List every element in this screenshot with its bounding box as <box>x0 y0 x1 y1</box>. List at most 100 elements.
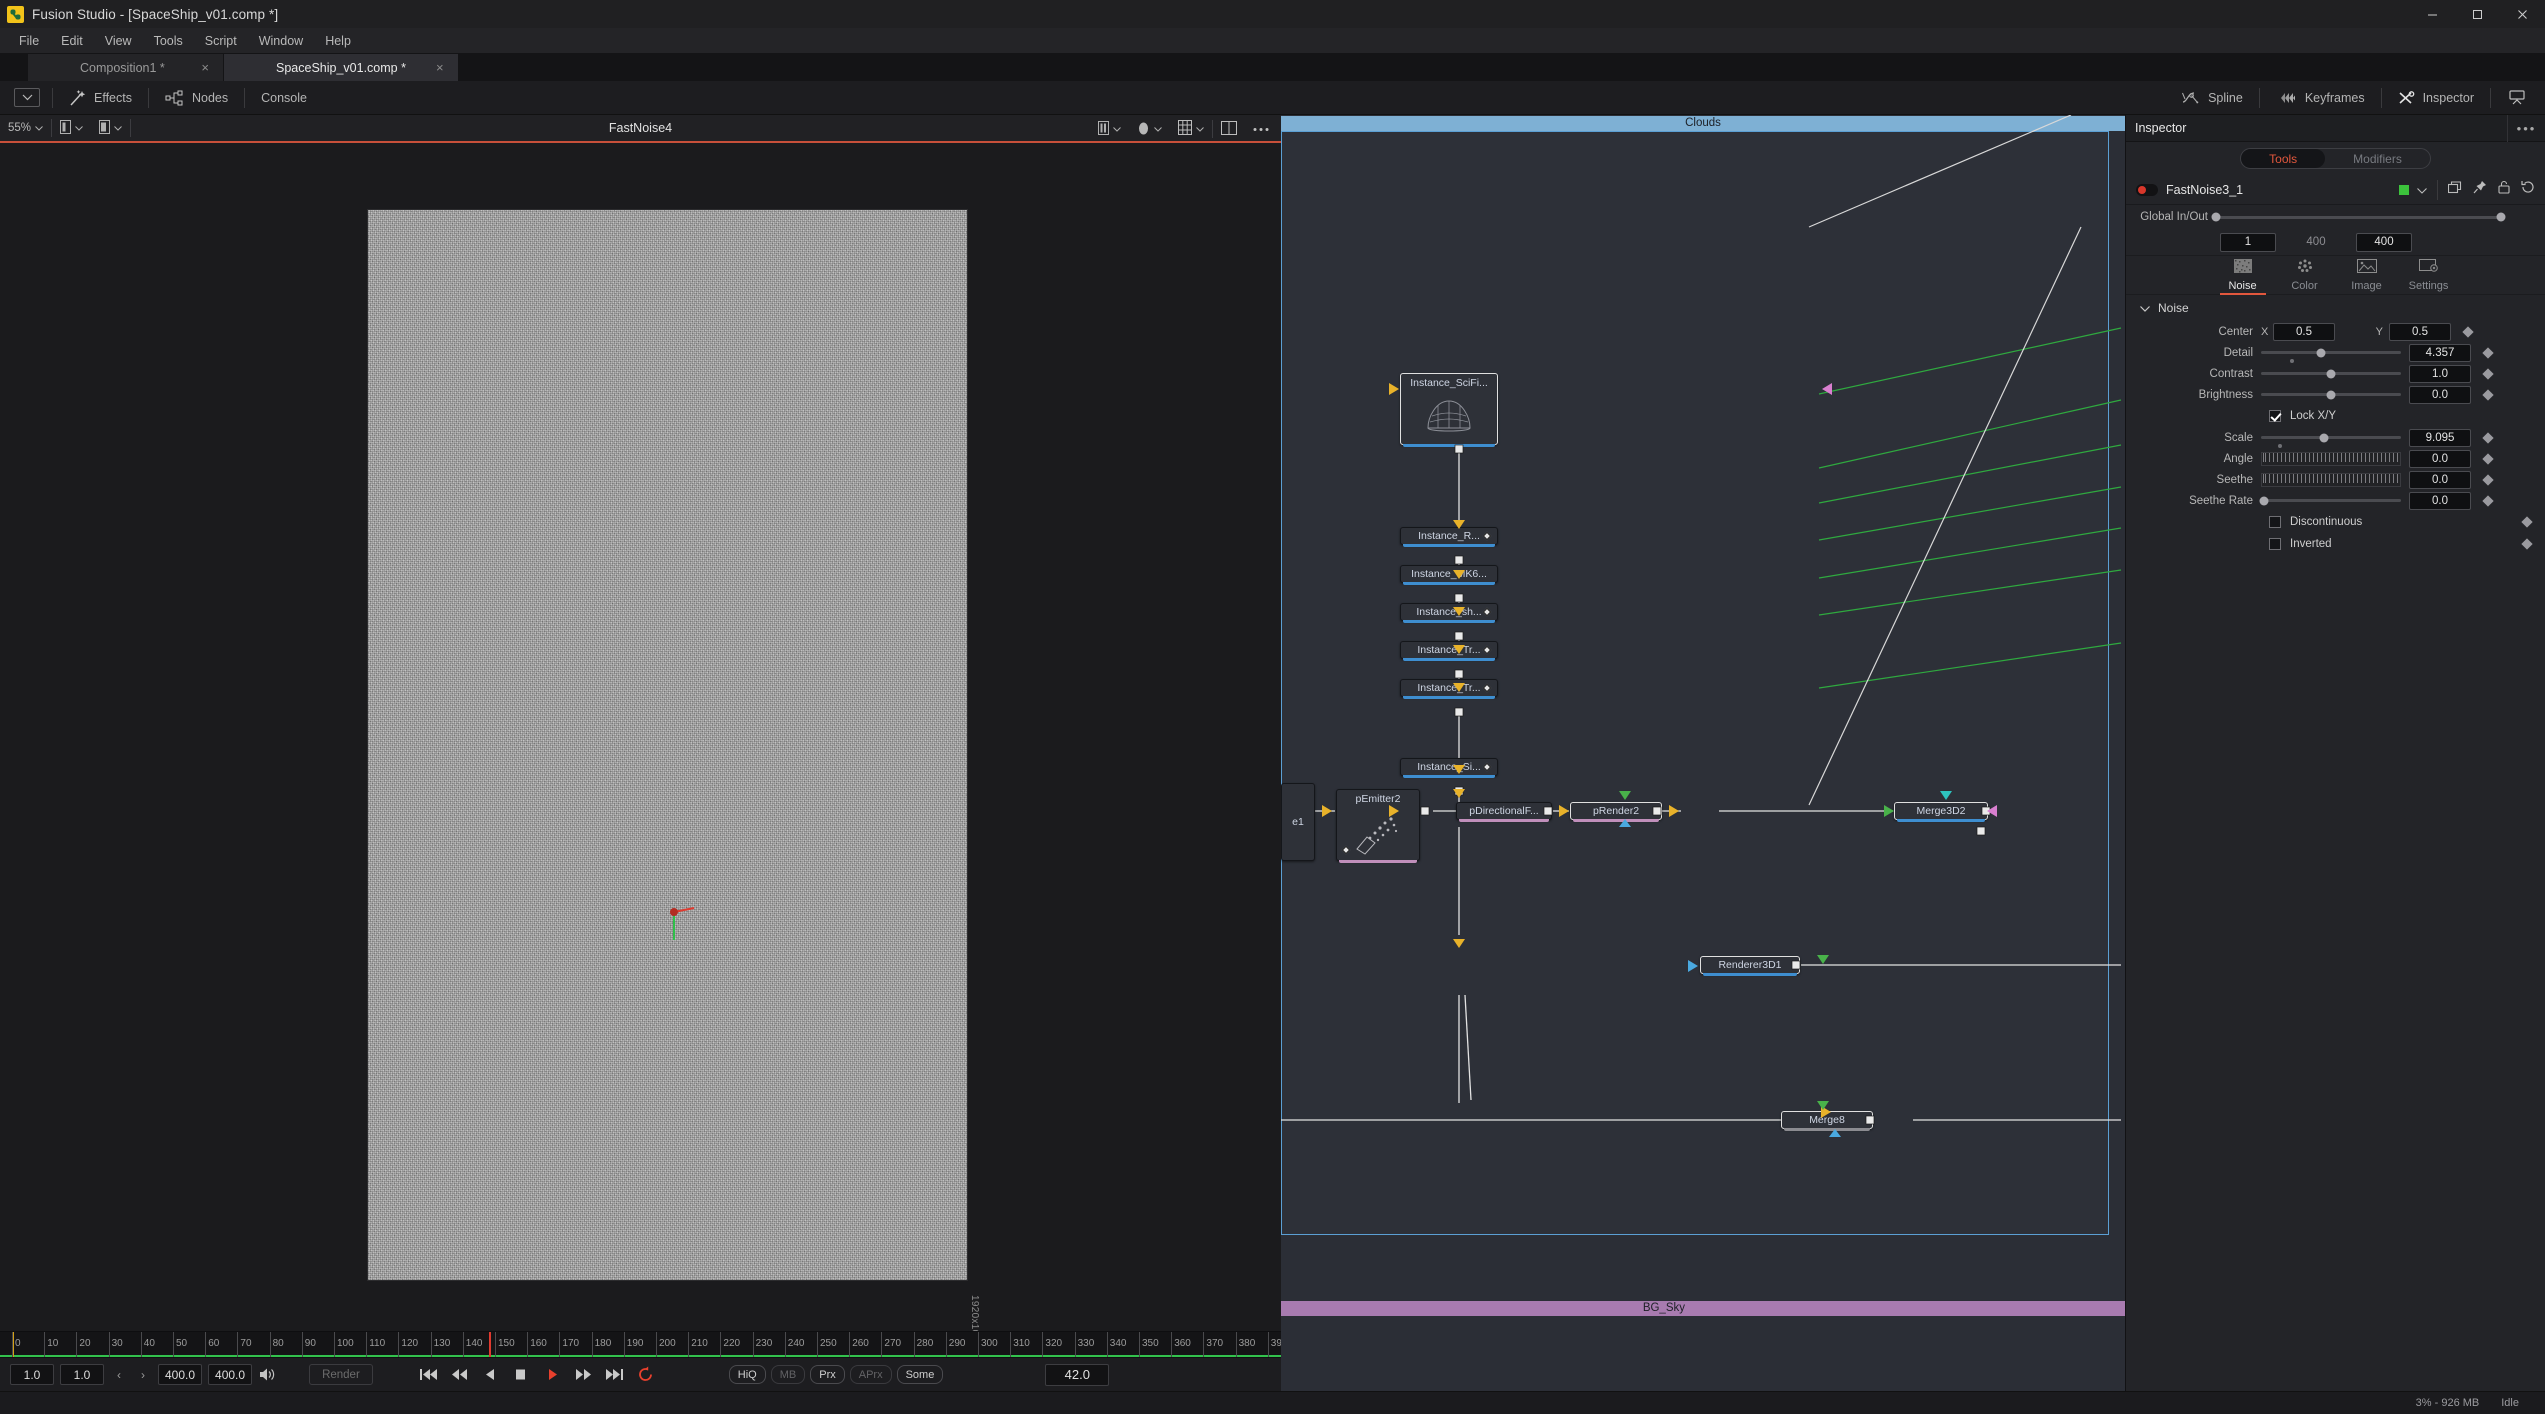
noise-section-header[interactable]: Noise <box>2126 295 2545 321</box>
menu-window[interactable]: Window <box>248 31 314 51</box>
keyframes-button[interactable]: Keyframes <box>2262 84 2379 112</box>
split-view-a-button[interactable] <box>52 114 91 142</box>
chevron-down-icon[interactable] <box>2417 181 2427 199</box>
comp-start-field[interactable]: 1.0 <box>60 1364 104 1385</box>
keyframe-diamond-icon[interactable] <box>2482 367 2494 380</box>
nodes-button[interactable]: Nodes <box>151 84 242 112</box>
menu-file[interactable]: File <box>8 31 50 51</box>
quality-aprx-toggle[interactable]: APrx <box>849 1365 892 1384</box>
ab-split-button[interactable] <box>1213 115 1245 143</box>
keyframe-diamond-icon[interactable] <box>2521 538 2533 550</box>
keyframe-diamond-icon[interactable] <box>2482 473 2494 486</box>
node-graph-panel[interactable]: Clouds BG_Sky e1 Instance_SciFi... Insta… <box>1281 115 2125 1391</box>
keyframe-diamond-icon[interactable] <box>2521 516 2533 528</box>
seethe-rate-field[interactable]: 0.0 <box>2409 491 2471 510</box>
minimize-button[interactable] <box>2410 0 2455 28</box>
node-instance-r[interactable]: Instance_R... <box>1400 527 1498 547</box>
contrast-field[interactable]: 1.0 <box>2409 364 2471 383</box>
slider-knob[interactable] <box>2319 433 2329 442</box>
global-in-field[interactable]: 1 <box>2220 232 2276 252</box>
menu-help[interactable]: Help <box>314 31 362 51</box>
tab-settings[interactable]: Settings <box>2398 255 2460 295</box>
tab-image[interactable]: Image <box>2336 255 2398 295</box>
node-pdirectionalforce[interactable]: pDirectionalF... <box>1456 802 1552 822</box>
effects-button[interactable]: Effects <box>55 84 146 112</box>
group-header-clouds[interactable]: Clouds <box>1281 116 2125 131</box>
keyframe-diamond-icon[interactable] <box>2482 346 2494 359</box>
close-button[interactable] <box>2500 0 2545 28</box>
chevron-down-box-icon[interactable] <box>14 88 40 107</box>
slider-knob[interactable] <box>2326 369 2336 378</box>
step-back-icon[interactable] <box>481 1365 500 1384</box>
color-picker-button[interactable] <box>1129 115 1170 143</box>
tab-modifiers[interactable]: Modifiers <box>2325 149 2430 168</box>
group-header-bgsky[interactable]: BG_Sky <box>1281 1301 2125 1316</box>
tab-noise[interactable]: Noise <box>2212 255 2274 295</box>
ellipsis-icon[interactable]: ••• <box>2507 114 2545 142</box>
comp-tab-spaceship[interactable]: SpaceShip_v01.comp * × <box>224 54 459 81</box>
node-instance-scifi[interactable]: Instance_SciFi... <box>1400 373 1498 447</box>
fast-forward-icon[interactable] <box>574 1365 593 1384</box>
render-button[interactable]: Render <box>309 1364 373 1385</box>
lut-button[interactable] <box>1090 115 1129 143</box>
grid-button[interactable] <box>1170 115 1212 143</box>
skip-to-start-icon[interactable] <box>419 1365 438 1384</box>
keyframe-diamond-icon[interactable] <box>2462 325 2474 338</box>
brightness-field[interactable]: 0.0 <box>2409 385 2471 404</box>
lock-xy-checkbox[interactable] <box>2269 410 2281 422</box>
quality-mb-toggle[interactable]: MB <box>770 1365 806 1384</box>
stop-icon[interactable] <box>512 1365 531 1384</box>
node-instance-sh[interactable]: Instance_sh... <box>1400 603 1498 623</box>
current-frame-field[interactable]: 42.0 <box>1045 1363 1110 1386</box>
node-prender2[interactable]: pRender2 <box>1570 802 1662 822</box>
chevron-right-icon[interactable]: › <box>134 1368 152 1382</box>
fast-rewind-icon[interactable] <box>450 1365 469 1384</box>
keyframe-diamond-icon[interactable] <box>2482 452 2494 465</box>
slider-knob[interactable] <box>2326 390 2336 399</box>
discontinuous-checkbox[interactable] <box>2269 516 2281 528</box>
viewer-canvas[interactable]: 1920x1080p@48 <box>0 143 1281 1375</box>
brightness-slider[interactable] <box>2261 390 2401 399</box>
close-icon[interactable]: × <box>201 60 209 75</box>
node-pemitter2[interactable]: pEmitter2 <box>1336 789 1420 863</box>
monitor-collapse-button[interactable] <box>2493 84 2541 112</box>
node-instance-si[interactable]: Instance_Si... <box>1400 758 1498 778</box>
seethe-field[interactable]: 0.0 <box>2409 470 2471 489</box>
slider-knob[interactable] <box>2259 496 2269 505</box>
keyframe-diamond-icon[interactable] <box>2482 388 2494 401</box>
detail-field[interactable]: 4.357 <box>2409 343 2471 362</box>
speaker-icon[interactable] <box>258 1365 277 1384</box>
node-instance-tr-2[interactable]: Instance_Tr... <box>1400 679 1498 699</box>
global-inout-slider[interactable] <box>2211 212 2506 222</box>
pin-icon[interactable] <box>2473 180 2487 199</box>
seethe-dial[interactable] <box>2261 472 2401 487</box>
menu-view[interactable]: View <box>94 31 143 51</box>
global-out-field[interactable]: 400 <box>2356 232 2412 252</box>
timeline-ruler[interactable]: /*ticks injected below*/ 010203040506070… <box>0 1331 1287 1358</box>
reset-icon[interactable] <box>2521 180 2535 199</box>
node-renderer3d1[interactable]: Renderer3D1 <box>1700 956 1800 976</box>
quality-prx-toggle[interactable]: Prx <box>810 1365 845 1384</box>
node-clip-e1[interactable]: e1 <box>1281 783 1315 861</box>
loop-icon[interactable] <box>636 1365 655 1384</box>
menu-script[interactable]: Script <box>194 31 248 51</box>
inverted-checkbox[interactable] <box>2269 538 2281 550</box>
lock-icon[interactable] <box>2498 180 2510 199</box>
center-x-field[interactable]: 0.5 <box>2273 322 2335 341</box>
console-button[interactable]: Console <box>247 84 321 112</box>
spline-button[interactable]: Spline <box>2167 84 2257 112</box>
zoom-dropdown[interactable]: 55% <box>0 114 51 142</box>
render-start-field[interactable]: 1.0 <box>10 1364 54 1385</box>
scale-slider[interactable] <box>2261 433 2401 448</box>
maximize-button[interactable] <box>2455 0 2500 28</box>
scale-field[interactable]: 9.095 <box>2409 428 2471 447</box>
slider-knob-in[interactable] <box>2211 212 2221 222</box>
angle-field[interactable]: 0.0 <box>2409 449 2471 468</box>
split-view-b-button[interactable] <box>91 114 130 142</box>
keyframe-diamond-icon[interactable] <box>2482 494 2494 507</box>
tab-tools[interactable]: Tools <box>2241 149 2326 168</box>
tool-enable-toggle[interactable] <box>2136 183 2158 196</box>
node-merge8[interactable]: Merge8 <box>1781 1111 1873 1131</box>
comp-end-field[interactable]: 400.0 <box>158 1364 203 1385</box>
comp-tab-composition1[interactable]: Composition1 * × <box>28 54 224 81</box>
